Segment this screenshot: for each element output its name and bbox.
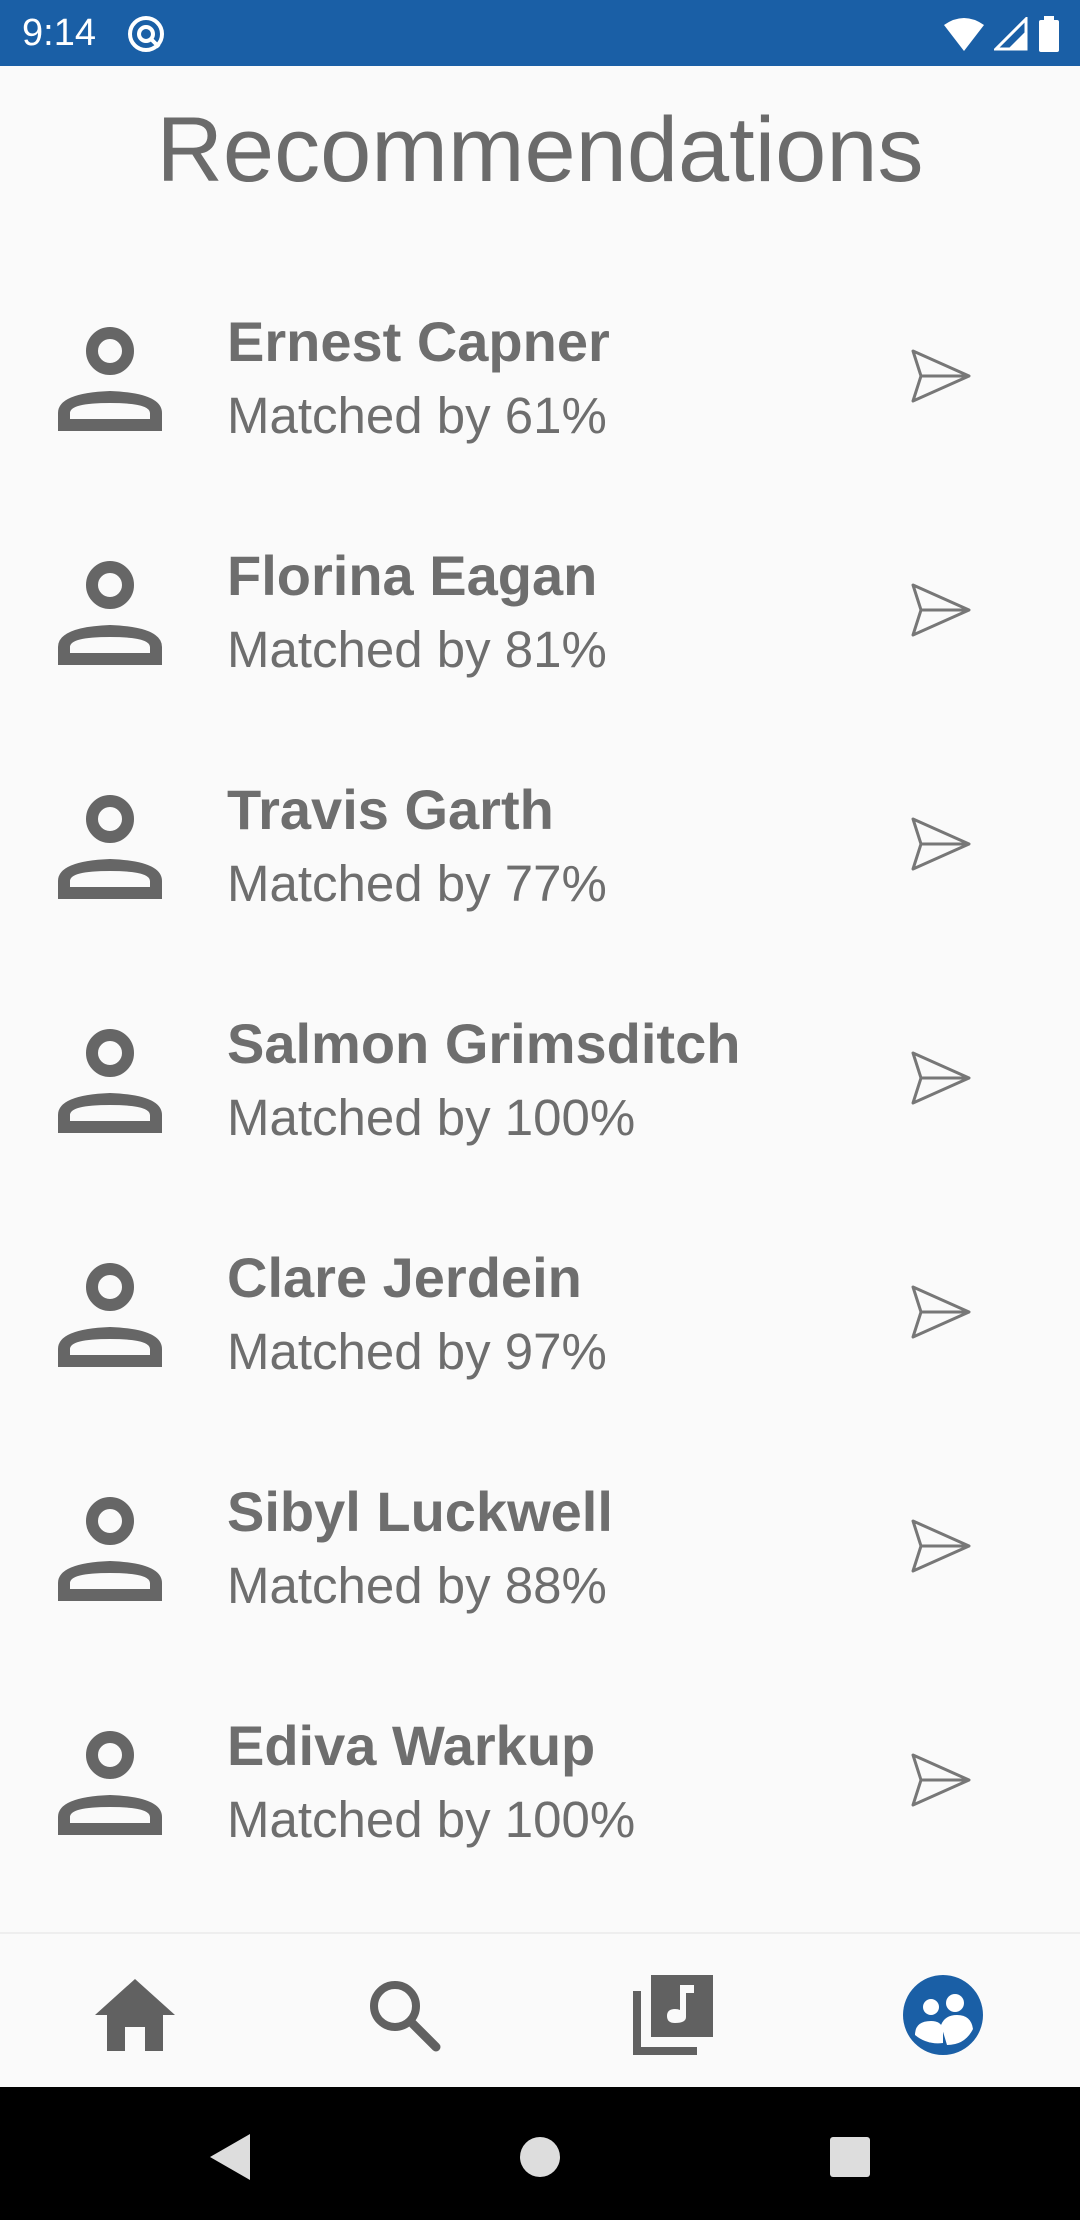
page-title: Recommendations xyxy=(156,99,924,201)
status-bar: 9:14 xyxy=(0,0,1080,66)
person-icon xyxy=(58,327,162,431)
home-icon xyxy=(95,1979,175,2051)
recommendation-item[interactable]: Ediva Warkup Matched by 100% xyxy=(0,1685,1080,1919)
match-percentage: Matched by 97% xyxy=(227,1323,607,1380)
recommendation-item[interactable]: Florina Eagan Matched by 81% xyxy=(0,515,1080,749)
search-icon xyxy=(370,1981,441,2052)
match-percentage: Matched by 61% xyxy=(227,387,607,444)
status-time: 9:14 xyxy=(22,12,96,54)
nav-recommendations-button[interactable] xyxy=(898,1970,988,2060)
recommendation-item[interactable]: Clare Jerdein Matched by 97% xyxy=(0,1217,1080,1451)
person-icon xyxy=(58,1263,162,1367)
recommendations-people-icon xyxy=(903,1975,983,2055)
send-icon[interactable] xyxy=(905,1043,975,1113)
bottom-navigation xyxy=(0,1932,1080,2087)
nav-home-button[interactable] xyxy=(90,1970,180,2060)
person-icon xyxy=(58,1029,162,1133)
system-home-button[interactable] xyxy=(510,2127,570,2187)
music-library-icon xyxy=(633,1975,713,2055)
recommendation-list: Ernest Capner Matched by 61% Florina Eag… xyxy=(0,281,1080,1919)
send-icon[interactable] xyxy=(905,1511,975,1581)
match-percentage: Matched by 81% xyxy=(227,621,607,678)
recommendation-name: Florina Eagan xyxy=(227,544,598,607)
system-back-button[interactable] xyxy=(200,2127,260,2187)
recommendation-name: Ernest Capner xyxy=(227,310,610,373)
match-percentage: Matched by 100% xyxy=(227,1089,636,1146)
recommendation-name: Clare Jerdein xyxy=(227,1246,582,1309)
nav-library-button[interactable] xyxy=(628,1970,718,2060)
recommendation-item[interactable]: Salmon Grimsditch Matched by 100% xyxy=(0,983,1080,1217)
send-icon[interactable] xyxy=(905,575,975,645)
recommendation-name: Ediva Warkup xyxy=(227,1714,596,1777)
person-icon xyxy=(58,1497,162,1601)
cell-signal-icon xyxy=(994,17,1028,51)
recommendation-item[interactable]: Travis Garth Matched by 77% xyxy=(0,749,1080,983)
system-navigation-bar xyxy=(0,2087,1080,2220)
send-icon[interactable] xyxy=(905,341,975,411)
wifi-icon xyxy=(944,18,984,51)
recents-square-icon xyxy=(830,2137,870,2177)
recommendation-name: Sibyl Luckwell xyxy=(227,1480,613,1543)
back-icon xyxy=(210,2134,250,2180)
person-icon xyxy=(58,1731,162,1835)
recommendation-name: Travis Garth xyxy=(227,778,554,841)
match-percentage: Matched by 77% xyxy=(227,855,607,912)
send-icon[interactable] xyxy=(905,1277,975,1347)
send-icon[interactable] xyxy=(905,809,975,879)
recommendation-item[interactable]: Ernest Capner Matched by 61% xyxy=(0,281,1080,515)
person-icon xyxy=(58,561,162,665)
battery-icon xyxy=(1039,16,1059,52)
home-circle-icon xyxy=(520,2137,560,2177)
match-percentage: Matched by 88% xyxy=(227,1557,607,1614)
recommendation-name: Salmon Grimsditch xyxy=(227,1012,741,1075)
recommendations-screen: 9:14 Recommendations Ernest Capner Match… xyxy=(0,0,1080,2220)
nav-search-button[interactable] xyxy=(359,1970,449,2060)
status-icons xyxy=(944,14,1060,54)
system-recents-button[interactable] xyxy=(820,2127,880,2187)
recommendation-item[interactable]: Sibyl Luckwell Matched by 88% xyxy=(0,1451,1080,1685)
person-icon xyxy=(58,795,162,899)
match-percentage: Matched by 100% xyxy=(227,1791,636,1848)
at-sign-icon xyxy=(128,16,164,52)
send-icon[interactable] xyxy=(905,1745,975,1815)
